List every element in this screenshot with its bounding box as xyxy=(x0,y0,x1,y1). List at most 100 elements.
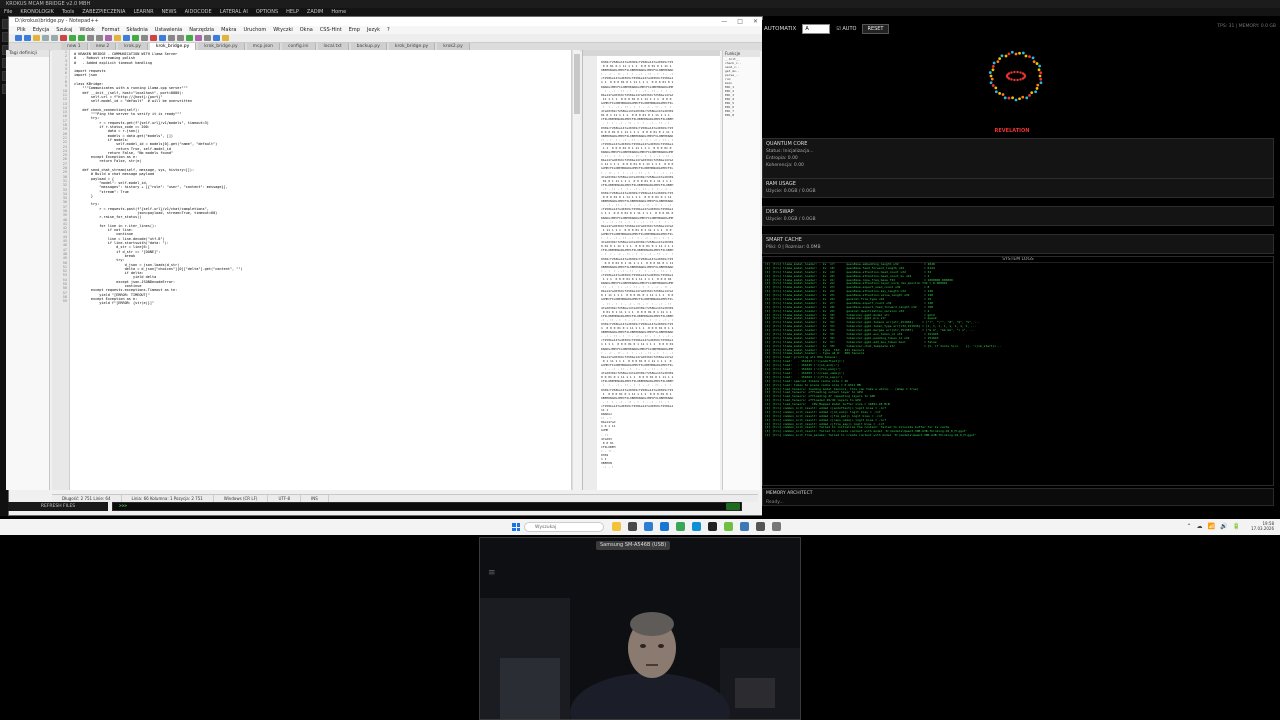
toolbar-button[interactable] xyxy=(150,35,157,41)
mail-icon[interactable] xyxy=(660,522,669,531)
settings-icon[interactable] xyxy=(772,522,781,531)
hamburger-icon[interactable]: ≡ xyxy=(488,568,496,578)
close-button[interactable]: ✕ xyxy=(753,17,758,26)
minimize-button[interactable]: — xyxy=(721,17,727,26)
toolbar-button[interactable] xyxy=(69,35,76,41)
notepad-menu-item[interactable]: Jezyk xyxy=(367,26,380,34)
app-menu-item[interactable]: HELP xyxy=(286,8,299,16)
log-lines: [I] [trn] llama_model_loader: - kv 17: q… xyxy=(763,263,1273,438)
start-icon[interactable] xyxy=(512,523,520,531)
notepad-menu-item[interactable]: Okna xyxy=(300,26,313,34)
notepad-menu-item[interactable]: Uruchom xyxy=(243,26,266,34)
secondary-gutter xyxy=(583,56,597,490)
toolbar-button[interactable] xyxy=(132,35,139,41)
command-input[interactable]: >>> xyxy=(112,502,742,511)
toolbar-button[interactable] xyxy=(87,35,94,41)
taskview-icon[interactable] xyxy=(628,522,637,531)
code-text[interactable]: # KRAKEN BRIDGE - COMMUNICATION WITH Lla… xyxy=(74,52,564,306)
toolbar-button[interactable] xyxy=(222,35,229,41)
app-menu-item[interactable]: LATERAL AI xyxy=(220,8,248,16)
notepad-menu-item[interactable]: CSS-Hint xyxy=(320,26,342,34)
notepad-menu-item[interactable]: Edycja xyxy=(33,26,50,34)
run-button[interactable] xyxy=(726,503,740,510)
toolbar-button[interactable] xyxy=(96,35,103,41)
app-menu-item[interactable]: KRONOLOGIK xyxy=(20,8,54,16)
toolbar-button[interactable] xyxy=(42,35,49,41)
notepad-menu-item[interactable]: Widok xyxy=(79,26,94,34)
file-explorer-icon[interactable] xyxy=(612,522,621,531)
system-logs-panel[interactable]: SYSTEM LOGS [I] [trn] llama_model_loader… xyxy=(762,256,1274,486)
toolbar-button[interactable] xyxy=(60,35,67,41)
toolbar-button[interactable] xyxy=(168,35,175,41)
orb-dot xyxy=(1001,93,1005,96)
reset-button[interactable]: RESET xyxy=(862,24,889,34)
edge-icon[interactable] xyxy=(692,522,701,531)
notepad-menu-item[interactable]: Szukaj xyxy=(56,26,72,34)
notepad-menu-item[interactable]: Emp xyxy=(349,26,360,34)
app-menu-item[interactable]: OPTIONS xyxy=(256,8,278,16)
maximize-button[interactable]: □ xyxy=(737,17,743,26)
notepad-menu-item[interactable]: Składnia xyxy=(126,26,147,34)
panel-title: Tagi definicji xyxy=(6,50,49,57)
encoded-text-view[interactable]: 0369cf258be147ad0369cf258be147ad0369cf25… xyxy=(601,60,719,469)
toolbar-button[interactable] xyxy=(177,35,184,41)
toolbar-button[interactable] xyxy=(51,35,58,41)
toolbar-button[interactable] xyxy=(114,35,121,41)
function-list-item[interactable]: ENC_8 xyxy=(723,113,760,117)
line-number-gutter: 1 2 3 4 5 6 7 8 9 10 11 12 13 14 15 16 17 18 19 20 21 22 23 24 2… xyxy=(52,50,70,490)
scrollbar-thumb[interactable] xyxy=(574,54,580,114)
line-number: 59 xyxy=(62,299,67,304)
notepad-menu-item[interactable]: ? xyxy=(387,26,390,34)
auto-checkbox[interactable]: ☑ AUTO xyxy=(836,26,856,32)
code-editor[interactable]: 1 2 3 4 5 6 7 8 9 10 11 12 13 14 15 16 17 18 19 20 21 22 23 24 2… xyxy=(52,50,572,490)
notepad-menu-item[interactable]: Format xyxy=(102,26,120,34)
toolbar-button[interactable] xyxy=(195,35,202,41)
tray-icon[interactable]: 🔋 xyxy=(1233,523,1240,530)
notepad-menu-item[interactable]: Wtyczki xyxy=(273,26,293,34)
toolbar-button[interactable] xyxy=(123,35,130,41)
camera-title: Samsung SM-A546B (USB) xyxy=(596,541,671,550)
app-menu-item[interactable]: ZABEZPIECZENIA xyxy=(82,8,125,16)
orb-dot xyxy=(1018,51,1021,55)
camera-icon[interactable] xyxy=(756,522,765,531)
python-icon[interactable] xyxy=(740,522,749,531)
toolbar-button[interactable] xyxy=(105,35,112,41)
toolbar-button[interactable] xyxy=(15,35,22,41)
code-line: yield f"[ERROR: {str(e)}]" xyxy=(74,301,155,306)
toolbar-button[interactable] xyxy=(78,35,85,41)
tray-icon[interactable]: 🔊 xyxy=(1220,523,1227,530)
store-icon[interactable] xyxy=(644,522,653,531)
terminal-icon[interactable] xyxy=(708,522,717,531)
taskbar-search[interactable]: Wyszukaj xyxy=(524,522,604,532)
app-menu-item[interactable]: Tools xyxy=(62,8,74,16)
app-menu-item[interactable]: AIDOCODE xyxy=(185,8,212,16)
toolbar-button[interactable] xyxy=(213,35,220,41)
secondary-editor[interactable]: 0369cf258be147ad0369cf258be147ad0369cf25… xyxy=(582,50,720,490)
app-menu-item[interactable]: LEARNR xyxy=(133,8,153,16)
chrome-icon[interactable] xyxy=(676,522,685,531)
toolbar-button[interactable] xyxy=(204,35,211,41)
orb-dot xyxy=(989,74,993,78)
refresh-files-button[interactable]: REFRESH FILES xyxy=(8,502,108,511)
notepad-menu-item[interactable]: Ustawienia xyxy=(155,26,182,34)
orb-core-dot xyxy=(1019,71,1022,74)
app-menu-item[interactable]: File xyxy=(4,8,12,16)
mode-input[interactable] xyxy=(802,24,831,34)
toolbar-button[interactable] xyxy=(24,35,31,41)
toolbar-button[interactable] xyxy=(159,35,166,41)
tray-icon[interactable]: ☁ xyxy=(1197,523,1203,530)
toolbar-button[interactable] xyxy=(186,35,193,41)
app-menu-item[interactable]: ZADIM xyxy=(307,8,323,16)
tray-icon[interactable]: ⌃ xyxy=(1187,523,1192,530)
toolbar-button[interactable] xyxy=(33,35,40,41)
notepad-menu-item[interactable]: Plik xyxy=(17,26,26,34)
app-menu-item[interactable]: NEWS xyxy=(162,8,177,16)
toolbar-button[interactable] xyxy=(141,35,148,41)
notepad-menu-item[interactable]: Makra xyxy=(221,26,236,34)
tray-icon[interactable]: 📶 xyxy=(1208,523,1215,530)
notepad-icon[interactable] xyxy=(724,522,733,531)
taskbar-clock[interactable]: 19:58 17.03.2026 xyxy=(1251,521,1274,531)
notepad-menu-item[interactable]: Narzędzia xyxy=(189,26,214,34)
app-menu-item[interactable]: Home xyxy=(331,8,346,16)
editor-scrollbar[interactable] xyxy=(572,50,580,490)
